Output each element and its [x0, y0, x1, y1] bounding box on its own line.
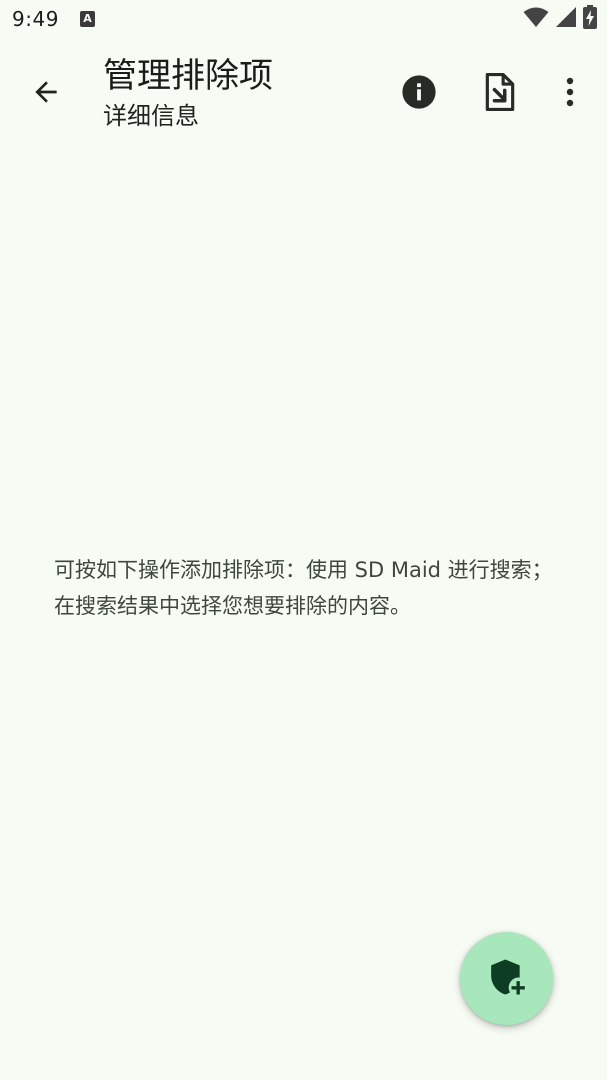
status-icons: [523, 5, 597, 33]
status-bar: 9:49 A: [0, 0, 607, 40]
app-bar: 管理排除项 详细信息: [0, 40, 607, 152]
info-button[interactable]: [395, 70, 443, 118]
signal-icon: [555, 6, 577, 32]
wifi-icon: [523, 6, 549, 32]
title-block: 管理排除项 详细信息: [103, 54, 273, 132]
status-time: 9:49: [12, 7, 59, 31]
info-icon: [400, 73, 438, 115]
empty-state-message: 可按如下操作添加排除项：使用 SD Maid 进行搜索；在搜索结果中选择您想要排…: [54, 558, 553, 618]
shield-plus-icon: [487, 957, 527, 1001]
arrow-back-icon: [30, 76, 62, 112]
more-options-button[interactable]: [546, 70, 594, 118]
import-button[interactable]: [476, 70, 524, 118]
more-vert-icon: [565, 77, 575, 111]
add-exclusion-fab[interactable]: [460, 932, 553, 1025]
page-title: 管理排除项: [103, 56, 273, 96]
back-button[interactable]: [22, 70, 70, 118]
a-letter-icon: A: [80, 11, 95, 27]
battery-charging-icon: [583, 5, 597, 33]
file-import-icon: [483, 73, 517, 115]
page-subtitle: 详细信息: [103, 102, 199, 130]
